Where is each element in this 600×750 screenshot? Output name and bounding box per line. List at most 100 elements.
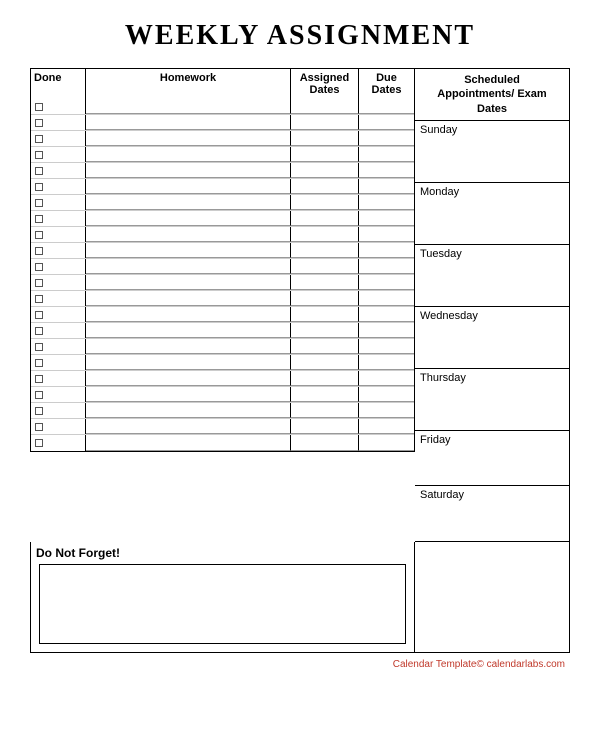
cell-due-18[interactable]	[359, 387, 414, 402]
cell-assigned-0[interactable]	[291, 99, 359, 114]
cell-done-18[interactable]	[31, 387, 86, 402]
cell-homework-3[interactable]	[86, 147, 291, 162]
checkbox-7[interactable]	[35, 215, 43, 223]
cell-assigned-14[interactable]	[291, 323, 359, 338]
cell-assigned-11[interactable]	[291, 275, 359, 290]
cell-done-21[interactable]	[31, 435, 86, 451]
cell-done-16[interactable]	[31, 355, 86, 370]
cell-homework-15[interactable]	[86, 339, 291, 354]
cell-done-14[interactable]	[31, 323, 86, 338]
checkbox-6[interactable]	[35, 199, 43, 207]
dont-forget-box[interactable]	[39, 564, 406, 644]
cell-assigned-15[interactable]	[291, 339, 359, 354]
cell-due-7[interactable]	[359, 211, 414, 226]
cell-homework-12[interactable]	[86, 291, 291, 306]
cell-due-9[interactable]	[359, 243, 414, 258]
checkbox-16[interactable]	[35, 359, 43, 367]
cell-due-16[interactable]	[359, 355, 414, 370]
cell-due-0[interactable]	[359, 99, 414, 114]
checkbox-3[interactable]	[35, 151, 43, 159]
cell-due-17[interactable]	[359, 371, 414, 386]
cell-due-4[interactable]	[359, 163, 414, 178]
cell-due-11[interactable]	[359, 275, 414, 290]
checkbox-5[interactable]	[35, 183, 43, 191]
cell-done-7[interactable]	[31, 211, 86, 226]
cell-done-5[interactable]	[31, 179, 86, 194]
checkbox-21[interactable]	[35, 439, 43, 447]
cell-done-4[interactable]	[31, 163, 86, 178]
cell-assigned-13[interactable]	[291, 307, 359, 322]
cell-due-15[interactable]	[359, 339, 414, 354]
cell-done-2[interactable]	[31, 131, 86, 146]
cell-homework-6[interactable]	[86, 195, 291, 210]
cell-due-12[interactable]	[359, 291, 414, 306]
cell-done-6[interactable]	[31, 195, 86, 210]
cell-assigned-4[interactable]	[291, 163, 359, 178]
cell-due-5[interactable]	[359, 179, 414, 194]
cell-assigned-19[interactable]	[291, 403, 359, 418]
cell-homework-0[interactable]	[86, 99, 291, 114]
cell-homework-18[interactable]	[86, 387, 291, 402]
cell-due-19[interactable]	[359, 403, 414, 418]
cell-assigned-21[interactable]	[291, 435, 359, 451]
checkbox-17[interactable]	[35, 375, 43, 383]
checkbox-1[interactable]	[35, 119, 43, 127]
cell-homework-17[interactable]	[86, 371, 291, 386]
cell-homework-21[interactable]	[86, 435, 291, 451]
cell-done-0[interactable]	[31, 99, 86, 114]
checkbox-18[interactable]	[35, 391, 43, 399]
cell-homework-7[interactable]	[86, 211, 291, 226]
cell-assigned-1[interactable]	[291, 115, 359, 130]
cell-assigned-10[interactable]	[291, 259, 359, 274]
checkbox-12[interactable]	[35, 295, 43, 303]
cell-done-19[interactable]	[31, 403, 86, 418]
cell-assigned-9[interactable]	[291, 243, 359, 258]
cell-done-17[interactable]	[31, 371, 86, 386]
cell-assigned-2[interactable]	[291, 131, 359, 146]
cell-assigned-12[interactable]	[291, 291, 359, 306]
checkbox-13[interactable]	[35, 311, 43, 319]
cell-assigned-18[interactable]	[291, 387, 359, 402]
checkbox-19[interactable]	[35, 407, 43, 415]
cell-homework-8[interactable]	[86, 227, 291, 242]
cell-homework-16[interactable]	[86, 355, 291, 370]
checkbox-20[interactable]	[35, 423, 43, 431]
cell-done-12[interactable]	[31, 291, 86, 306]
cell-homework-9[interactable]	[86, 243, 291, 258]
cell-due-14[interactable]	[359, 323, 414, 338]
cell-due-8[interactable]	[359, 227, 414, 242]
cell-due-21[interactable]	[359, 435, 414, 451]
cell-assigned-3[interactable]	[291, 147, 359, 162]
cell-homework-14[interactable]	[86, 323, 291, 338]
cell-homework-10[interactable]	[86, 259, 291, 274]
checkbox-11[interactable]	[35, 279, 43, 287]
cell-assigned-5[interactable]	[291, 179, 359, 194]
cell-done-20[interactable]	[31, 419, 86, 434]
cell-done-11[interactable]	[31, 275, 86, 290]
cell-due-10[interactable]	[359, 259, 414, 274]
cell-assigned-16[interactable]	[291, 355, 359, 370]
cell-done-1[interactable]	[31, 115, 86, 130]
checkbox-4[interactable]	[35, 167, 43, 175]
cell-assigned-8[interactable]	[291, 227, 359, 242]
cell-assigned-6[interactable]	[291, 195, 359, 210]
checkbox-10[interactable]	[35, 263, 43, 271]
cell-homework-4[interactable]	[86, 163, 291, 178]
cell-homework-2[interactable]	[86, 131, 291, 146]
cell-homework-19[interactable]	[86, 403, 291, 418]
checkbox-15[interactable]	[35, 343, 43, 351]
cell-due-13[interactable]	[359, 307, 414, 322]
cell-done-8[interactable]	[31, 227, 86, 242]
cell-due-1[interactable]	[359, 115, 414, 130]
checkbox-0[interactable]	[35, 103, 43, 111]
cell-due-20[interactable]	[359, 419, 414, 434]
cell-done-15[interactable]	[31, 339, 86, 354]
cell-assigned-7[interactable]	[291, 211, 359, 226]
cell-due-3[interactable]	[359, 147, 414, 162]
cell-homework-13[interactable]	[86, 307, 291, 322]
checkbox-8[interactable]	[35, 231, 43, 239]
cell-due-2[interactable]	[359, 131, 414, 146]
checkbox-14[interactable]	[35, 327, 43, 335]
cell-done-9[interactable]	[31, 243, 86, 258]
cell-done-13[interactable]	[31, 307, 86, 322]
